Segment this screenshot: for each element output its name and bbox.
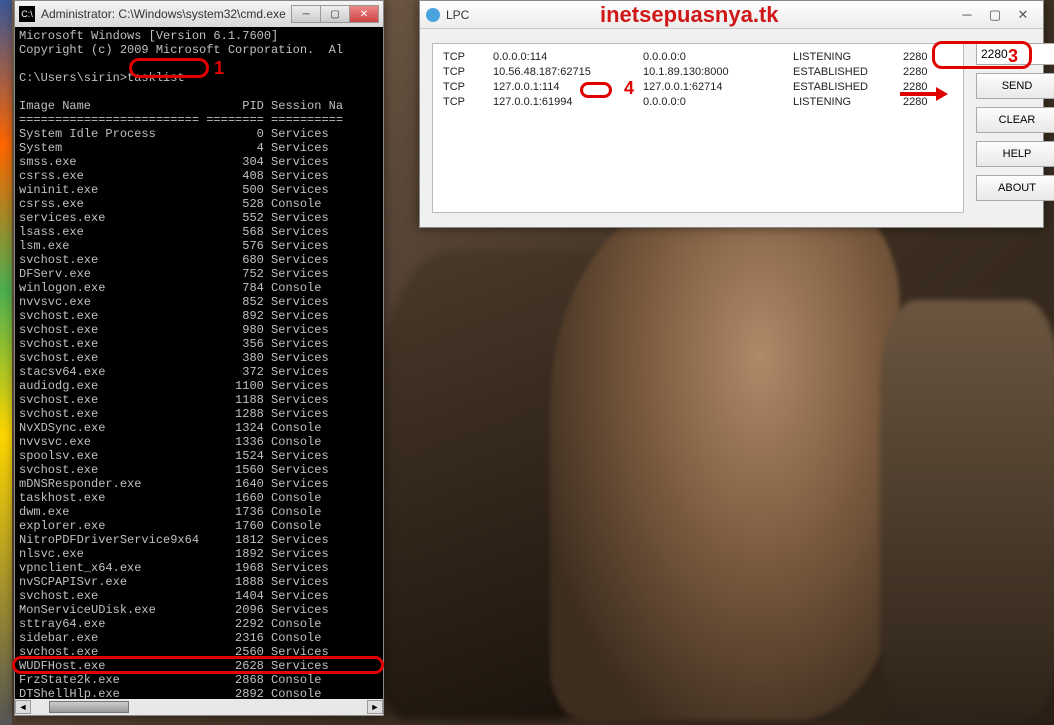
cell-proto: TCP <box>443 65 493 80</box>
cell-proto: TCP <box>443 95 493 110</box>
cell-state: ESTABLISHED <box>793 80 903 95</box>
cell-state: ESTABLISHED <box>793 65 903 80</box>
pid-input[interactable] <box>976 43 1054 65</box>
close-button[interactable]: ✕ <box>349 5 379 23</box>
lpc-app-icon <box>426 8 440 22</box>
cmd-title: Administrator: C:\Windows\system32\cmd.e… <box>41 7 286 21</box>
cell-local: 127.0.0.1:61994 <box>493 95 643 110</box>
cell-remote: 127.0.0.1:62714 <box>643 80 793 95</box>
cell-pid: 2280 <box>903 65 953 80</box>
about-button[interactable]: ABOUT <box>976 175 1054 201</box>
connection-row[interactable]: TCP127.0.0.1:114127.0.0.1:62714ESTABLISH… <box>443 80 953 95</box>
connection-row[interactable]: TCP127.0.0.1:619940.0.0.0:0LISTENING2280 <box>443 95 953 110</box>
cmd-titlebar[interactable]: C:\ Administrator: C:\Windows\system32\c… <box>15 1 383 27</box>
cell-local: 127.0.0.1:114 <box>493 80 643 95</box>
horizontal-scrollbar[interactable]: ◄ ► <box>15 699 383 715</box>
send-button[interactable]: SEND <box>976 73 1054 99</box>
bg-decor <box>550 200 900 720</box>
cell-remote: 10.1.89.130:8000 <box>643 65 793 80</box>
lpc-title: LPC <box>446 8 469 22</box>
cell-proto: TCP <box>443 50 493 65</box>
cell-local: 10.56.48.187:62715 <box>493 65 643 80</box>
lpc-window: LPC ─ ▢ ✕ TCP0.0.0.0:1140.0.0.0:0LISTENI… <box>419 0 1044 228</box>
cmd-icon: C:\ <box>19 6 35 22</box>
clear-button[interactable]: CLEAR <box>976 107 1054 133</box>
cmd-output[interactable]: Microsoft Windows [Version 6.1.7600] Cop… <box>15 27 383 699</box>
scroll-left-icon[interactable]: ◄ <box>15 700 31 714</box>
cell-proto: TCP <box>443 80 493 95</box>
cell-pid: 2280 <box>903 80 953 95</box>
cell-state: LISTENING <box>793 50 903 65</box>
minimize-button[interactable]: ─ <box>953 5 981 25</box>
cell-pid: 2280 <box>903 50 953 65</box>
cell-local: 0.0.0.0:114 <box>493 50 643 65</box>
scroll-right-icon[interactable]: ► <box>367 700 383 714</box>
bg-decor <box>880 300 1054 720</box>
maximize-button[interactable]: ▢ <box>981 5 1009 25</box>
cell-pid: 2280 <box>903 95 953 110</box>
cell-remote: 0.0.0.0:0 <box>643 95 793 110</box>
maximize-button[interactable]: ▢ <box>320 5 350 23</box>
cell-state: LISTENING <box>793 95 903 110</box>
close-button[interactable]: ✕ <box>1009 5 1037 25</box>
connection-list[interactable]: TCP0.0.0.0:1140.0.0.0:0LISTENING2280TCP1… <box>432 43 964 213</box>
cmd-window: C:\ Administrator: C:\Windows\system32\c… <box>14 0 384 716</box>
connection-row[interactable]: TCP0.0.0.0:1140.0.0.0:0LISTENING2280 <box>443 50 953 65</box>
scroll-thumb[interactable] <box>49 701 129 713</box>
desktop-left-strip <box>0 0 12 725</box>
minimize-button[interactable]: ─ <box>291 5 321 23</box>
connection-row[interactable]: TCP10.56.48.187:6271510.1.89.130:8000EST… <box>443 65 953 80</box>
watermark-text: inetsepuasnya.tk <box>600 2 779 28</box>
help-button[interactable]: HELP <box>976 141 1054 167</box>
cell-remote: 0.0.0.0:0 <box>643 50 793 65</box>
